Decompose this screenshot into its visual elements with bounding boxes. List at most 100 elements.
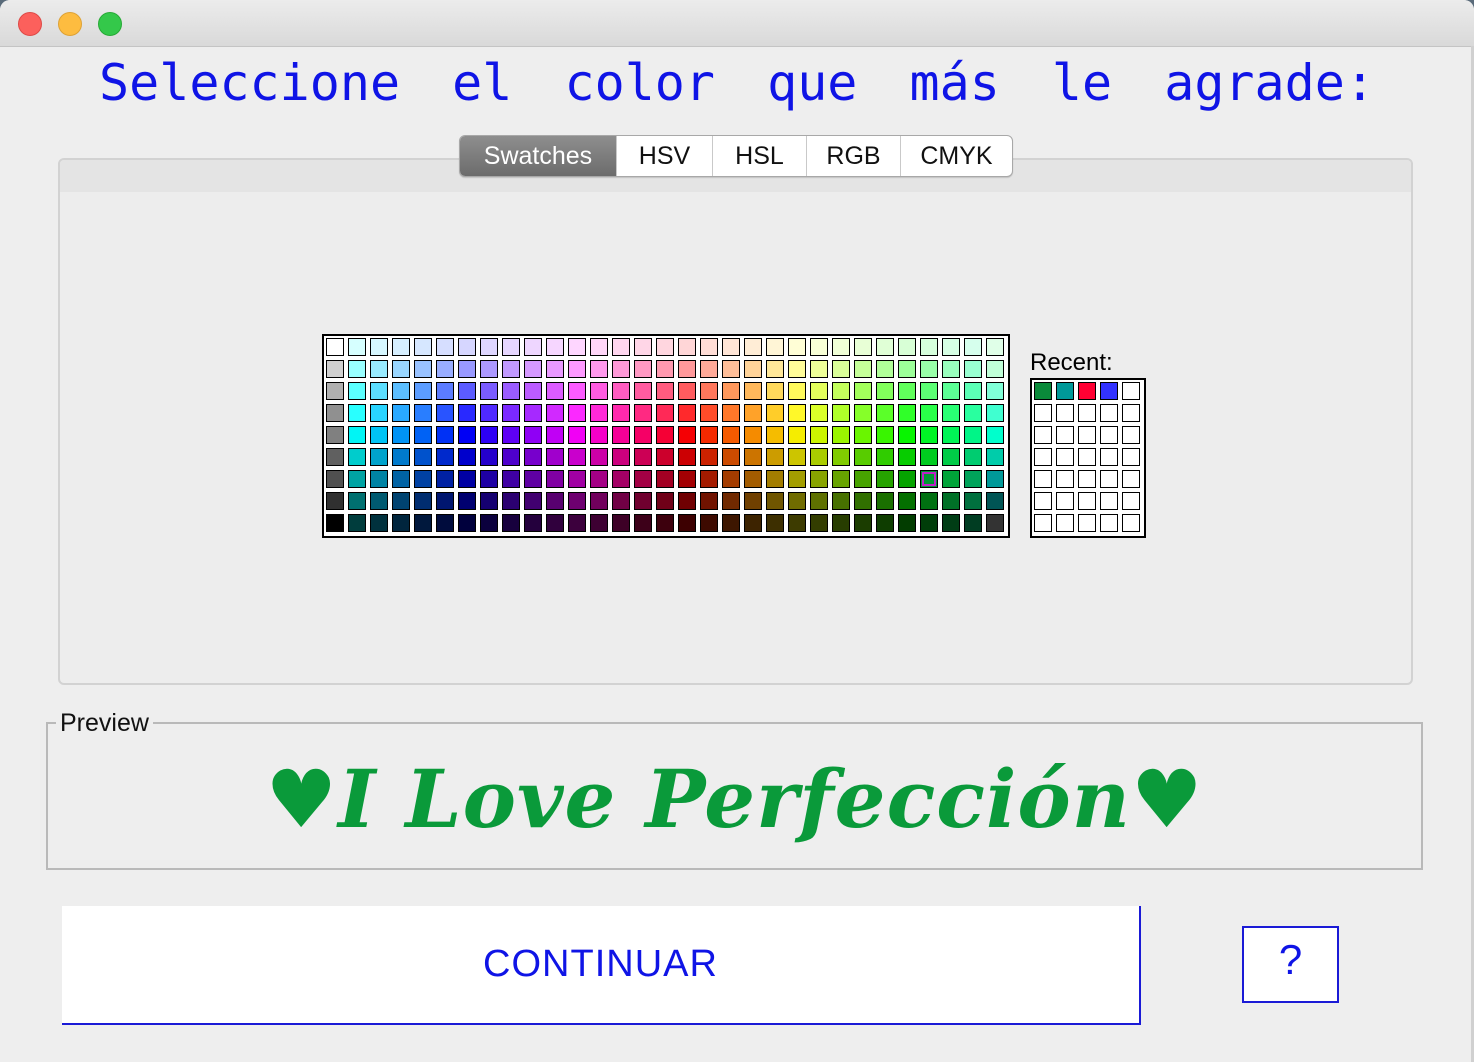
- recent-swatch-cell[interactable]: [1122, 448, 1140, 466]
- swatch-cell[interactable]: [392, 404, 410, 422]
- swatch-cell[interactable]: [854, 382, 872, 400]
- swatch-cell[interactable]: [524, 448, 542, 466]
- swatch-cell[interactable]: [546, 426, 564, 444]
- swatch-cell[interactable]: [678, 382, 696, 400]
- swatch-cell[interactable]: [986, 514, 1004, 532]
- swatch-cell[interactable]: [876, 426, 894, 444]
- tab-hsv[interactable]: HSV: [616, 136, 712, 176]
- swatch-cell[interactable]: [502, 360, 520, 378]
- recent-swatch-cell[interactable]: [1100, 426, 1118, 444]
- swatch-cell[interactable]: [920, 382, 938, 400]
- swatch-cell[interactable]: [986, 338, 1004, 356]
- swatch-cell[interactable]: [370, 382, 388, 400]
- swatch-cell[interactable]: [502, 448, 520, 466]
- swatch-cell[interactable]: [546, 382, 564, 400]
- swatch-cell[interactable]: [766, 492, 784, 510]
- swatch-cell[interactable]: [436, 448, 454, 466]
- swatch-cell[interactable]: [854, 448, 872, 466]
- swatch-cell[interactable]: [942, 404, 960, 422]
- swatch-cell[interactable]: [524, 338, 542, 356]
- recent-swatch-cell[interactable]: [1034, 404, 1052, 422]
- swatch-cell[interactable]: [590, 360, 608, 378]
- swatch-cell[interactable]: [348, 338, 366, 356]
- swatch-cell[interactable]: [590, 338, 608, 356]
- swatch-cell[interactable]: [348, 382, 366, 400]
- swatch-cell[interactable]: [458, 360, 476, 378]
- swatch-cell[interactable]: [986, 426, 1004, 444]
- swatch-cell[interactable]: [436, 382, 454, 400]
- swatch-cell[interactable]: [392, 338, 410, 356]
- swatch-cell[interactable]: [348, 470, 366, 488]
- swatch-cell[interactable]: [590, 426, 608, 444]
- swatch-cell[interactable]: [480, 426, 498, 444]
- swatch-cell[interactable]: [678, 404, 696, 422]
- swatch-cell[interactable]: [832, 404, 850, 422]
- selected-swatch-cell[interactable]: [920, 470, 938, 488]
- swatch-cell[interactable]: [612, 404, 630, 422]
- recent-swatch-cell[interactable]: [1056, 448, 1074, 466]
- swatch-cell[interactable]: [436, 492, 454, 510]
- swatch-cell[interactable]: [326, 470, 344, 488]
- swatch-cell[interactable]: [348, 404, 366, 422]
- recent-swatch-cell[interactable]: [1034, 470, 1052, 488]
- swatch-cell[interactable]: [854, 338, 872, 356]
- swatch-cell[interactable]: [942, 426, 960, 444]
- swatch-cell[interactable]: [700, 404, 718, 422]
- swatch-cell[interactable]: [392, 448, 410, 466]
- swatch-cell[interactable]: [898, 514, 916, 532]
- swatch-cell[interactable]: [854, 426, 872, 444]
- swatch-cell[interactable]: [964, 404, 982, 422]
- swatch-cell[interactable]: [986, 404, 1004, 422]
- swatch-cell[interactable]: [876, 492, 894, 510]
- swatch-cell[interactable]: [502, 382, 520, 400]
- swatch-cell[interactable]: [590, 492, 608, 510]
- swatch-cell[interactable]: [766, 470, 784, 488]
- swatch-cell[interactable]: [832, 360, 850, 378]
- swatch-cell[interactable]: [854, 492, 872, 510]
- close-window-button[interactable]: [18, 12, 42, 36]
- continue-button[interactable]: CONTINUAR: [62, 906, 1141, 1025]
- swatch-cell[interactable]: [832, 338, 850, 356]
- tab-rgb[interactable]: RGB: [806, 136, 900, 176]
- swatch-cell[interactable]: [744, 514, 762, 532]
- swatch-cell[interactable]: [414, 470, 432, 488]
- recent-swatch-cell[interactable]: [1034, 382, 1052, 400]
- swatch-cell[interactable]: [678, 514, 696, 532]
- swatch-cell[interactable]: [964, 360, 982, 378]
- swatch-cell[interactable]: [678, 492, 696, 510]
- recent-swatch-cell[interactable]: [1078, 382, 1096, 400]
- swatch-cell[interactable]: [348, 426, 366, 444]
- swatch-cell[interactable]: [524, 360, 542, 378]
- swatch-cell[interactable]: [700, 514, 718, 532]
- recent-swatch-cell[interactable]: [1078, 514, 1096, 532]
- recent-swatch-cell[interactable]: [1100, 448, 1118, 466]
- swatch-cell[interactable]: [788, 382, 806, 400]
- swatch-cell[interactable]: [766, 426, 784, 444]
- swatch-cell[interactable]: [502, 404, 520, 422]
- swatch-cell[interactable]: [986, 360, 1004, 378]
- swatch-cell[interactable]: [832, 448, 850, 466]
- swatch-cell[interactable]: [678, 426, 696, 444]
- swatch-cell[interactable]: [634, 404, 652, 422]
- swatch-cell[interactable]: [920, 448, 938, 466]
- swatch-cell[interactable]: [810, 360, 828, 378]
- swatch-cell[interactable]: [766, 404, 784, 422]
- swatch-cell[interactable]: [766, 360, 784, 378]
- swatch-cell[interactable]: [898, 338, 916, 356]
- swatch-cell[interactable]: [700, 360, 718, 378]
- swatch-cell[interactable]: [326, 426, 344, 444]
- swatch-cell[interactable]: [458, 470, 476, 488]
- tab-swatches[interactable]: Swatches: [460, 136, 616, 176]
- swatch-cell[interactable]: [788, 492, 806, 510]
- recent-swatch-cell[interactable]: [1056, 514, 1074, 532]
- recent-swatch-cell[interactable]: [1122, 426, 1140, 444]
- swatch-cell[interactable]: [898, 404, 916, 422]
- swatch-cell[interactable]: [634, 514, 652, 532]
- swatch-cell[interactable]: [854, 514, 872, 532]
- swatch-cell[interactable]: [942, 492, 960, 510]
- swatch-cell[interactable]: [370, 360, 388, 378]
- swatch-cell[interactable]: [590, 448, 608, 466]
- swatch-cell[interactable]: [612, 492, 630, 510]
- swatch-cell[interactable]: [436, 360, 454, 378]
- recent-swatch-cell[interactable]: [1056, 426, 1074, 444]
